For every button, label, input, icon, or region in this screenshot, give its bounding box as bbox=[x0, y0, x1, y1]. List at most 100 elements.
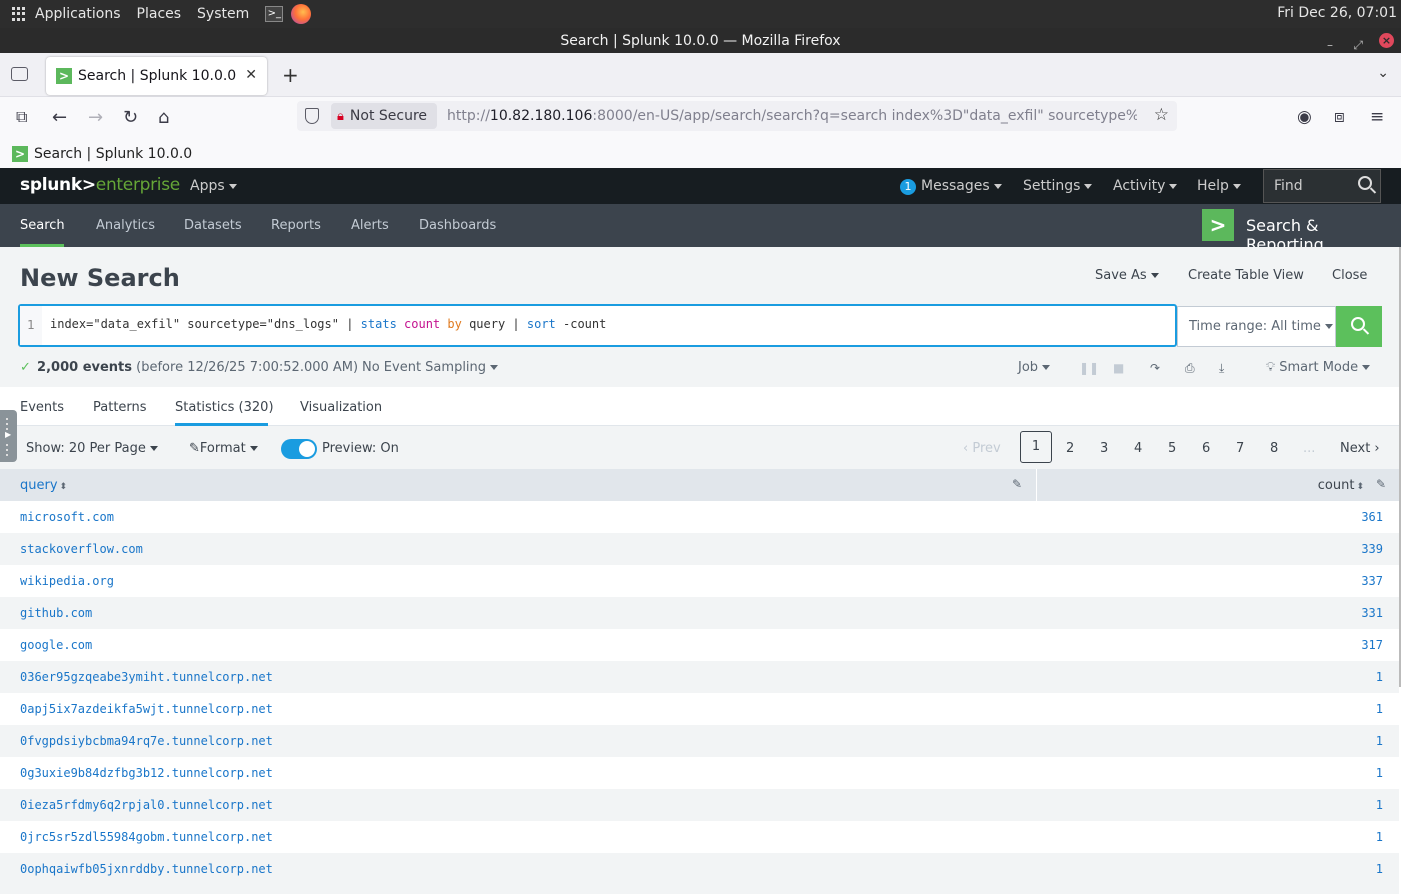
menu-applications[interactable]: Applications bbox=[35, 6, 121, 22]
count-cell[interactable]: 1 bbox=[1376, 830, 1383, 844]
query-cell[interactable]: github.com bbox=[20, 606, 92, 620]
url-bar[interactable]: 🔒︎ Not Secure http://10.82.180.106:8000/… bbox=[297, 101, 1177, 131]
count-cell[interactable]: 1 bbox=[1376, 702, 1383, 716]
time-range-picker[interactable]: Time range: All time bbox=[1177, 306, 1336, 347]
side-panel-handle[interactable]: ▶ bbox=[0, 410, 17, 462]
nav-analytics[interactable]: Analytics bbox=[96, 218, 155, 233]
query-cell[interactable]: wikipedia.org bbox=[20, 574, 114, 588]
page-6-button[interactable]: 6 bbox=[1202, 441, 1210, 456]
nav-datasets[interactable]: Datasets bbox=[184, 218, 242, 233]
search-query-input[interactable]: 1 index="data_exfil" sourcetype="dns_log… bbox=[18, 304, 1177, 347]
clock[interactable]: Fri Dec 26, 07:01 bbox=[1277, 5, 1397, 21]
edit-column-icon[interactable]: ✎ bbox=[1376, 477, 1386, 491]
extensions-icon[interactable]: ⧈ bbox=[1334, 107, 1345, 127]
bookmark-star-icon[interactable]: ☆ bbox=[1154, 105, 1169, 125]
count-cell[interactable]: 1 bbox=[1376, 798, 1383, 812]
query-cell[interactable]: 0fvgpdsiybcbma94rq7e.tunnelcorp.net bbox=[20, 734, 273, 748]
activity-menu[interactable]: Activity bbox=[1113, 178, 1178, 194]
query-cell[interactable]: google.com bbox=[20, 638, 92, 652]
search-mode-menu[interactable]: 💡︎ Smart Mode bbox=[1266, 360, 1371, 375]
app-grid-icon[interactable] bbox=[12, 7, 26, 21]
count-cell[interactable]: 331 bbox=[1361, 606, 1383, 620]
create-table-view-button[interactable]: Create Table View bbox=[1188, 268, 1304, 283]
search-icon[interactable] bbox=[1358, 176, 1372, 190]
find-input[interactable]: Find bbox=[1263, 169, 1381, 203]
menu-system[interactable]: System bbox=[197, 6, 249, 22]
splunk-logo[interactable]: splunk>enterprise bbox=[20, 175, 180, 195]
event-sampling-menu[interactable]: No Event Sampling bbox=[362, 360, 499, 375]
tab-patterns[interactable]: Patterns bbox=[93, 400, 147, 415]
format-menu[interactable]: ✎Format bbox=[189, 441, 258, 456]
tab-visualization[interactable]: Visualization bbox=[300, 400, 382, 415]
page-5-button[interactable]: 5 bbox=[1168, 441, 1176, 456]
tab-events[interactable]: Events bbox=[20, 400, 64, 415]
query-cell[interactable]: 036er95gzqeabe3ymiht.tunnelcorp.net bbox=[20, 670, 273, 684]
print-icon[interactable]: ⎙ bbox=[1185, 361, 1195, 376]
share-icon[interactable]: ↷ bbox=[1150, 361, 1160, 375]
job-menu[interactable]: Job bbox=[1018, 360, 1051, 375]
settings-menu[interactable]: Settings bbox=[1023, 178, 1093, 194]
reload-icon[interactable]: ↻ bbox=[123, 107, 138, 128]
count-cell[interactable]: 339 bbox=[1361, 542, 1383, 556]
browser-tab[interactable]: > Search | Splunk 10.0.0 ✕ bbox=[46, 57, 267, 95]
count-cell[interactable]: 337 bbox=[1361, 574, 1383, 588]
export-icon[interactable]: ⤓ bbox=[1219, 361, 1224, 376]
column-header-query[interactable]: query ⬍ bbox=[20, 478, 67, 493]
window-close-icon[interactable]: × bbox=[1379, 33, 1394, 48]
help-menu[interactable]: Help bbox=[1197, 178, 1241, 194]
next-page-button[interactable]: Next › bbox=[1340, 441, 1380, 456]
search-query-text[interactable]: index="data_exfil" sourcetype="dns_logs"… bbox=[50, 317, 606, 331]
nav-alerts[interactable]: Alerts bbox=[351, 218, 389, 233]
query-cell[interactable]: 0g3uxie9b84dzfbg3b12.tunnelcorp.net bbox=[20, 766, 273, 780]
per-page-menu[interactable]: Show: 20 Per Page bbox=[26, 441, 158, 456]
pause-icon[interactable]: ❚❚ bbox=[1079, 361, 1099, 375]
nav-reports[interactable]: Reports bbox=[271, 218, 321, 233]
column-header-count[interactable]: count ⬍ bbox=[1318, 478, 1364, 493]
tab-list-chevron-icon[interactable]: ⌄ bbox=[1377, 65, 1389, 81]
forward-icon[interactable]: → bbox=[88, 107, 103, 128]
tracking-shield-icon[interactable] bbox=[305, 108, 319, 124]
count-cell[interactable]: 1 bbox=[1376, 862, 1383, 876]
count-cell[interactable]: 317 bbox=[1361, 638, 1383, 652]
home-icon[interactable]: ⌂ bbox=[158, 107, 169, 128]
search-app-logo-icon[interactable]: > bbox=[1202, 209, 1234, 241]
url-text[interactable]: http://10.82.180.106:8000/en-US/app/sear… bbox=[447, 108, 1137, 124]
count-cell[interactable]: 1 bbox=[1376, 670, 1383, 684]
stop-icon[interactable]: ■ bbox=[1113, 361, 1124, 375]
firefox-view-icon[interactable] bbox=[11, 67, 28, 81]
page-7-button[interactable]: 7 bbox=[1236, 441, 1244, 456]
column-divider[interactable] bbox=[1036, 469, 1037, 501]
firefox-icon[interactable] bbox=[291, 4, 312, 24]
nav-search[interactable]: Search bbox=[20, 218, 65, 233]
query-cell[interactable]: microsoft.com bbox=[20, 510, 114, 524]
count-cell[interactable]: 1 bbox=[1376, 766, 1383, 780]
tab-close-icon[interactable]: ✕ bbox=[245, 67, 257, 83]
preview-toggle[interactable] bbox=[281, 439, 317, 459]
query-cell[interactable]: stackoverflow.com bbox=[20, 542, 143, 556]
page-3-button[interactable]: 3 bbox=[1100, 441, 1108, 456]
account-icon[interactable]: ◉ bbox=[1297, 107, 1312, 127]
page-8-button[interactable]: 8 bbox=[1270, 441, 1278, 456]
prev-page-button[interactable]: ‹ Prev bbox=[963, 441, 1001, 456]
close-button[interactable]: Close bbox=[1332, 268, 1367, 283]
back-icon[interactable]: ← bbox=[52, 107, 67, 128]
not-secure-badge[interactable]: 🔒︎ Not Secure bbox=[331, 103, 438, 129]
save-as-menu[interactable]: Save As bbox=[1095, 268, 1159, 283]
query-cell[interactable]: 0jrc5sr5zdl55984gobm.tunnelcorp.net bbox=[20, 830, 273, 844]
new-tab-icon[interactable]: + bbox=[282, 63, 299, 87]
edit-column-icon[interactable]: ✎ bbox=[1012, 477, 1022, 491]
query-cell[interactable]: 0ophqaiwfb05jxnrddby.tunnelcorp.net bbox=[20, 862, 273, 876]
menu-places[interactable]: Places bbox=[137, 6, 182, 22]
bookmark-item[interactable]: Search | Splunk 10.0.0 bbox=[34, 146, 192, 162]
search-button[interactable] bbox=[1336, 306, 1382, 347]
count-cell[interactable]: 361 bbox=[1361, 510, 1383, 524]
apps-menu[interactable]: Apps bbox=[190, 178, 237, 194]
query-cell[interactable]: 0ieza5rfdmy6q2rpjal0.tunnelcorp.net bbox=[20, 798, 273, 812]
tab-statistics[interactable]: Statistics (320) bbox=[175, 400, 274, 415]
terminal-icon[interactable]: >_ bbox=[265, 6, 284, 22]
page-2-button[interactable]: 2 bbox=[1066, 441, 1074, 456]
messages-menu[interactable]: 1 Messages bbox=[900, 178, 1002, 195]
hamburger-menu-icon[interactable]: ≡ bbox=[1370, 107, 1384, 127]
page-4-button[interactable]: 4 bbox=[1134, 441, 1142, 456]
sidebar-icon[interactable]: ⧉ bbox=[16, 107, 27, 127]
